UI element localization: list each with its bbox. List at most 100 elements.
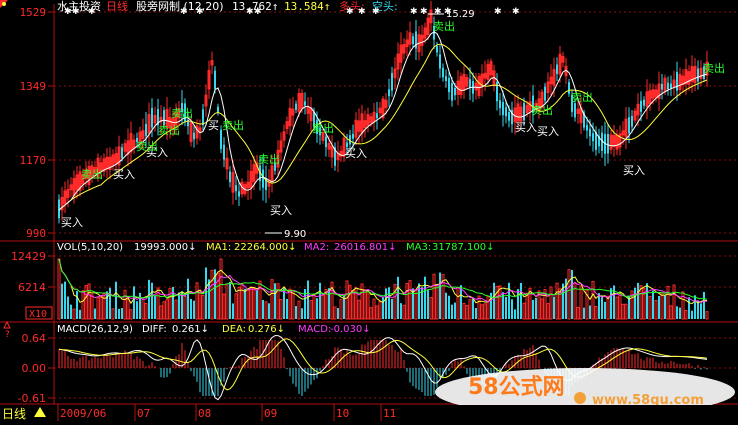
volume-bar <box>343 295 345 319</box>
volume-bar <box>412 288 414 319</box>
macd-name: MACD(26,12,9) <box>57 324 133 335</box>
candle-body-down <box>523 102 525 121</box>
date-label: 2009/06 <box>60 407 106 420</box>
low-price-note: 9.90 <box>284 229 306 240</box>
volume-bar <box>427 290 429 319</box>
candle-body-down <box>631 116 633 127</box>
macd-tick-label: 0.00 <box>22 362 47 375</box>
vol-ma1-label: MA1: <box>206 242 231 253</box>
buy-signal: 买入 <box>345 147 367 160</box>
sell-signal: 卖出 <box>258 152 280 166</box>
volume-bar <box>244 288 246 319</box>
star-marker-icon: ✱ <box>246 7 254 17</box>
candle-body-down <box>352 133 354 139</box>
candle-body-down <box>505 107 507 117</box>
buy-signal: 买入 <box>515 121 537 134</box>
volume-bar <box>532 299 534 319</box>
volume-bar <box>301 308 303 319</box>
buy-signal: 买入 <box>623 164 645 177</box>
candle-body-down <box>214 70 216 90</box>
volume-bar <box>139 292 141 319</box>
volume-bar <box>388 287 390 319</box>
candle-body-down <box>436 45 438 53</box>
volume-bar <box>328 288 330 319</box>
vol-name: VOL(5,10,20) <box>57 242 123 253</box>
star-marker-icon: ✱ <box>196 7 204 17</box>
period-label: 日线 <box>106 0 128 13</box>
volume-bar <box>535 297 537 319</box>
buy-signal: 买入 <box>113 168 135 181</box>
volume-bar <box>70 304 72 319</box>
candle-body-down <box>223 144 225 160</box>
volume-bar <box>337 308 339 319</box>
volume-bar <box>115 281 117 319</box>
volume-bar <box>697 300 699 319</box>
volume-bar <box>472 297 474 319</box>
vol-ma2-label: MA2: <box>304 242 329 253</box>
high-price-note: 15.29 <box>446 9 475 20</box>
volume-bar <box>148 279 150 319</box>
volume-bar <box>121 308 123 319</box>
candle-body-down <box>229 171 231 183</box>
period-button[interactable]: 日线 <box>0 405 54 421</box>
candle-body-down <box>442 67 444 78</box>
sell-signal: 卖出 <box>703 61 725 75</box>
candle-body-down <box>217 106 219 113</box>
volume-bar <box>178 292 180 319</box>
volume-bar <box>439 272 441 319</box>
volume-bar <box>691 310 693 319</box>
price-tick-label: 1529 <box>20 6 47 19</box>
volume-bar <box>583 307 585 319</box>
candle-body-down <box>670 83 672 89</box>
volume-bar <box>67 296 69 319</box>
star-marker-icon: ✱ <box>346 7 354 17</box>
date-label: 11 <box>383 407 396 420</box>
svg-text:?: ? <box>5 330 10 340</box>
volume-bar <box>514 309 516 319</box>
volume-bar <box>451 304 453 319</box>
macd-tick-label: 0.64 <box>22 332 47 345</box>
volume-bar <box>445 292 447 319</box>
volume-bar <box>262 300 264 319</box>
candle-body-down <box>304 101 306 106</box>
price-tick-label: 1170 <box>20 154 47 167</box>
indicator-value-2: 13.584↑ <box>284 0 330 13</box>
candle-body-down <box>607 134 609 154</box>
volume-bar <box>187 278 189 319</box>
candle-body-down <box>193 132 195 140</box>
volume-bar <box>295 306 297 319</box>
volume-bar <box>151 282 153 319</box>
volume-bar <box>61 283 63 319</box>
candle-body-down <box>325 136 327 148</box>
buy-signal-inline: 买 <box>208 119 219 132</box>
volume-bar <box>319 282 321 319</box>
macd-diff-label: DIFF: <box>142 324 167 335</box>
macd-dea-label: DEA: <box>222 324 246 335</box>
vol-ma1-value: 22264.000↓ <box>234 242 296 253</box>
candle-body-down <box>376 113 378 119</box>
sell-signal-inline: 卖出 <box>571 90 593 104</box>
volume-bar <box>64 281 66 319</box>
sell-signal: 卖出 <box>433 19 455 33</box>
sell-signal: 卖出 <box>81 167 103 181</box>
candle-body-down <box>445 76 447 81</box>
star-marker-icon: ✱ <box>358 7 366 17</box>
candle-body-down <box>451 83 453 101</box>
candle-body-down <box>454 87 456 96</box>
volume-bar <box>508 282 510 319</box>
candle-body-down <box>676 71 678 91</box>
macd-axis: 0.64 0.00 -0.61 <box>18 332 46 405</box>
volume-bar <box>520 282 522 319</box>
volume-bar <box>553 296 555 319</box>
date-axis: 2009/06 07 08 09 10 11 <box>0 404 738 421</box>
volume-bar <box>136 301 138 319</box>
volume-bar <box>106 291 108 319</box>
sell-signal: 卖出 <box>171 106 193 120</box>
volume-bar <box>391 298 393 319</box>
volume-bar <box>286 298 288 319</box>
vol-tick-label: 12429 <box>11 250 46 263</box>
volume-bar <box>637 282 639 319</box>
volume-bar <box>94 308 96 319</box>
candle-body-down <box>235 185 237 192</box>
star-marker-icon: ✱ <box>372 7 380 17</box>
